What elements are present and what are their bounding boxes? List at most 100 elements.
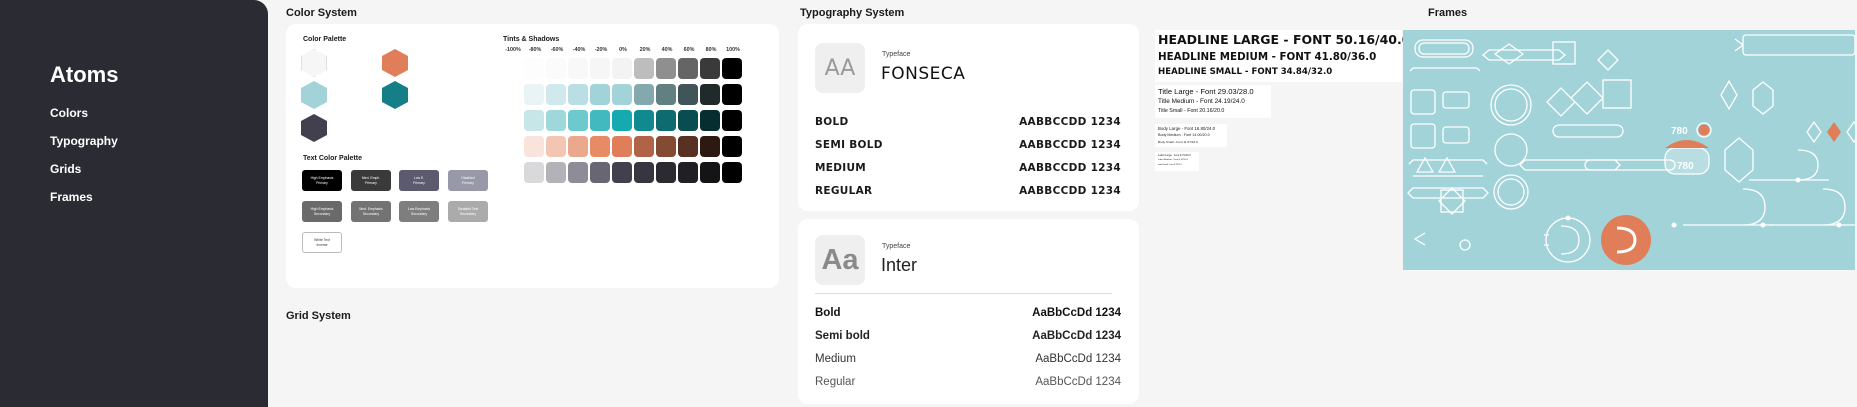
frame-square-5 (1440, 189, 1464, 213)
text-color-chip-line2: Primary (316, 180, 328, 185)
inter-row: Medium AaBbCcDd 1234 (815, 353, 1121, 365)
tint-swatch (546, 136, 566, 157)
frames-artwork (1407, 34, 1855, 265)
frame-gear (1459, 239, 1471, 251)
frame-accent-circle (1601, 215, 1651, 265)
tint-header: 0% (619, 47, 627, 53)
frame-accent-gem (1827, 122, 1841, 142)
frame-diamond-5 (1438, 187, 1466, 215)
title-medium: Title Medium - Font 24.19/24.0 (1158, 98, 1245, 105)
frame-diamond-3 (1546, 87, 1576, 117)
frames-title: Frames (1428, 7, 1468, 19)
text-color-chip-line2: Primary (462, 180, 474, 185)
frame-hex-gem-3 (1724, 137, 1754, 183)
text-color-chip-line2: Secondary (362, 211, 380, 216)
text-color-chip-line2: Primary (413, 180, 425, 185)
title-small: Title Small - Font 20.16/20.0 (1158, 108, 1225, 114)
tint-swatch (700, 162, 720, 183)
tint-header: -80% (528, 47, 542, 53)
sidebar-item-frames[interactable]: Frames (50, 190, 93, 204)
tint-swatch (700, 110, 720, 131)
body-small: Body Small - Font 11.67/16.0 (1158, 140, 1198, 144)
tint-swatch (634, 110, 654, 131)
frame-pill-2 (1552, 124, 1624, 138)
tint-swatch (568, 84, 588, 105)
inter-sample-text: AaBbCcDd 1234 (1035, 376, 1121, 388)
tint-swatch (568, 58, 588, 79)
text-color-chip: High Emphasis Primary (302, 170, 342, 191)
tint-swatch (656, 84, 676, 105)
text-color-chip: Disabled Primary (448, 170, 488, 191)
tint-swatch (656, 136, 676, 157)
tint-swatch (546, 162, 566, 183)
tint-swatch (700, 84, 720, 105)
sidebar-title: Atoms (50, 62, 119, 87)
tint-swatch (634, 136, 654, 157)
frame-arc-3 (1769, 188, 1855, 226)
tint-swatch (634, 84, 654, 105)
tint-swatch (524, 136, 544, 157)
frame-coin-text: 780 (1677, 161, 1694, 172)
text-color-chip: Disabled Text Secondary (448, 201, 488, 222)
sidebar-item-grids[interactable]: Grids (50, 162, 81, 176)
tint-header: 60% (683, 47, 695, 53)
fonseca-sample-text: AABBCCDD 1234 (1019, 162, 1121, 174)
text-color-chip-line2: Secondary (410, 211, 428, 216)
tint-swatch (722, 84, 742, 105)
fonseca-icon: AA (815, 43, 865, 93)
tint-swatch (524, 84, 544, 105)
tint-swatch (656, 162, 676, 183)
tint-swatch (502, 84, 522, 105)
grid-system-title: Grid System (286, 310, 351, 322)
sidebar-item-typography[interactable]: Typography (50, 134, 118, 148)
tint-swatch (502, 136, 522, 157)
frame-coin-badge (1698, 124, 1710, 136)
tint-swatch (700, 58, 720, 79)
tint-swatch (568, 162, 588, 183)
tint-swatch (590, 110, 610, 131)
tint-swatch (546, 84, 566, 105)
tint-swatch (524, 162, 544, 183)
title-large: Title Large - Font 29.03/28.0 (1158, 87, 1254, 96)
tint-swatch (546, 110, 566, 131)
frame-circle-1-inner (1494, 88, 1528, 122)
tint-swatch (678, 84, 698, 105)
tint-swatch (656, 110, 676, 131)
fonseca-weight-label: REGULAR (815, 185, 873, 197)
tint-swatch (590, 84, 610, 105)
frame-square-2 (1410, 123, 1436, 149)
color-palette-label: Color Palette (303, 36, 347, 43)
label-large: Label Large - Font 9.72/16.0 (1158, 154, 1191, 157)
frame-hex-gem-1 (1720, 79, 1738, 111)
frame-square-3 (1552, 41, 1576, 65)
tint-swatch (678, 110, 698, 131)
tint-swatch (502, 162, 522, 183)
tint-swatch (568, 110, 588, 131)
fonseca-sample-text: AABBCCDD 1234 (1019, 116, 1121, 128)
tint-swatch (700, 136, 720, 157)
frame-arc-2 (1683, 188, 1773, 226)
text-color-chip: White Text Inverse (302, 232, 342, 253)
text-color-palette-label: Text Color Palette (303, 155, 362, 162)
frame-square-4 (1602, 79, 1632, 109)
frame-banner (1742, 34, 1855, 56)
text-color-chip: Med. Emphasis Secondary (351, 201, 391, 222)
fonseca-name: FONSECA (881, 64, 966, 84)
frames-panel: 780 780 (1403, 30, 1855, 270)
inter-divider (815, 293, 1112, 294)
tint-swatch (678, 58, 698, 79)
text-color-chip: Low E. Primary (399, 170, 439, 191)
fonseca-row: SEMI BOLD AABBCCDD 1234 (815, 139, 1121, 151)
tint-header: 20% (639, 47, 651, 53)
frame-ring-d (1560, 225, 1580, 255)
sidebar-item-colors[interactable]: Colors (50, 106, 88, 120)
tint-swatch (612, 162, 632, 183)
headline-small: HEADLINE SMALL - FONT 34.84/32.0 (1158, 67, 1333, 77)
frame-small-1 (1442, 91, 1470, 109)
tint-header: -20% (594, 47, 608, 53)
label-medium: Label Medium - Font 8.10/12.0 (1158, 159, 1188, 161)
text-color-chip-line2: Secondary (313, 211, 331, 216)
tint-swatch (722, 136, 742, 157)
typography-system-title: Typography System (800, 7, 905, 19)
fonseca-row: MEDIUM AABBCCDD 1234 (815, 162, 1121, 174)
